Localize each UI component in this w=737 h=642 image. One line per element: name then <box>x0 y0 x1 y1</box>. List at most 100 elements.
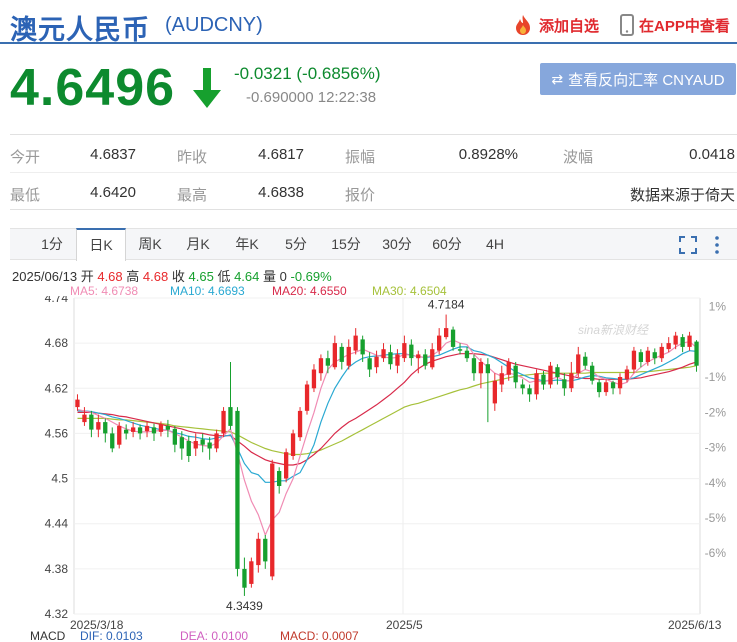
candle-body <box>423 354 428 366</box>
candle-body <box>367 358 372 370</box>
candle-body <box>499 373 504 385</box>
percent-axis: 3%2%1%-1%-2%-3%-4%-5%-6% <box>705 300 727 561</box>
pct-tick-label: 1% <box>709 300 727 314</box>
candle-body <box>603 382 609 393</box>
candle-body <box>388 352 393 365</box>
high-annotation: 4.7184 <box>428 297 465 311</box>
candle-body <box>110 433 115 449</box>
candle-body <box>624 369 630 380</box>
candle-body <box>395 354 400 366</box>
tab-yearly-k[interactable]: 年K <box>222 229 272 260</box>
candle-body <box>506 362 511 375</box>
reverse-rate-label: 查看反向汇率 CNYAUD <box>568 71 725 89</box>
candle-body <box>527 388 532 395</box>
candle-body <box>339 346 344 362</box>
candle-body <box>590 365 595 381</box>
view-in-app-label: 在APP中查看 <box>639 17 730 35</box>
candle-body <box>144 425 150 432</box>
candle-body <box>694 341 699 366</box>
candle-body <box>96 422 101 430</box>
candle-body <box>297 410 303 438</box>
candle-body <box>610 382 616 389</box>
y-tick-label: 4.68 <box>45 336 69 350</box>
phone-icon <box>620 14 634 36</box>
high-value: 4.6838 <box>258 184 304 201</box>
add-favorite-link[interactable]: 添加自选 <box>512 14 599 36</box>
candle-body <box>311 369 317 389</box>
candle-body <box>485 364 490 374</box>
pct-tick-label: -5% <box>705 511 727 525</box>
candle-body <box>666 343 671 350</box>
stats-row: 最低 4.6420 最高 4.6838 报价 数据来源于倚天 <box>10 173 737 211</box>
candle-body <box>659 346 664 359</box>
candle-body <box>82 414 87 423</box>
tab-15min[interactable]: 15分 <box>320 229 372 260</box>
candle-body <box>402 343 407 359</box>
price-change: -0.0321 (-0.6856%) <box>234 64 381 83</box>
candle-body <box>513 365 518 383</box>
candle-body <box>221 410 226 434</box>
candle-body <box>263 538 268 562</box>
candle-body <box>103 422 108 434</box>
candle-body <box>137 427 143 434</box>
candle-body <box>645 350 650 362</box>
candle-info: 2025/06/13 开 4.68 高 4.68 收 4.65 低 4.64 量… <box>12 266 332 285</box>
candle-body <box>249 561 254 584</box>
candle-body <box>450 329 456 347</box>
candle-body <box>478 362 483 374</box>
tab-weekly-k[interactable]: 周K <box>126 229 174 260</box>
candle-body <box>597 382 602 393</box>
candle-body <box>172 428 177 445</box>
low-label: 低 <box>217 269 231 284</box>
fullscreen-icon[interactable] <box>678 235 698 255</box>
macd-dea: DEA: 0.0100 <box>180 629 249 642</box>
stats-table: 今开 4.6837 昨收 4.6817 振幅 0.8928% 波幅 0.0418… <box>10 134 737 210</box>
open-label: 今开 <box>10 149 41 166</box>
y-tick-label: 4.32 <box>45 607 69 621</box>
macd-value: MACD: 0.0007 <box>280 629 359 642</box>
tab-monthly-k[interactable]: 月K <box>174 229 222 260</box>
tab-1min[interactable]: 1分 <box>28 229 76 260</box>
tab-30min[interactable]: 30分 <box>372 229 422 260</box>
macd-title: MACD <box>30 629 66 642</box>
y-tick-label: 4.38 <box>45 562 69 576</box>
y-tick-label: 4.74 <box>45 296 69 305</box>
candle-body <box>235 410 240 569</box>
pct-tick-label: -4% <box>705 476 727 490</box>
annotations: 4.7184 4.3439 <box>226 297 465 613</box>
ma5-line <box>77 339 697 537</box>
tab-4h[interactable]: 4H <box>474 229 516 260</box>
kline-chart[interactable]: 4.744.684.624.564.54.444.384.32 3%2%1%-1… <box>0 296 737 626</box>
candle-body <box>534 373 539 395</box>
open-label: 开 <box>80 269 94 284</box>
candle-body <box>353 335 358 351</box>
tab-5min[interactable]: 5分 <box>274 229 318 260</box>
candle-body <box>318 358 324 374</box>
reverse-rate-button[interactable]: ⇄ 查看反向汇率 CNYAUD <box>540 63 736 95</box>
page-header: 澳元人民币 (AUDCNY) 添加自选 在APP中查看 <box>0 0 737 45</box>
close-label: 收 <box>171 269 185 284</box>
candle-body <box>457 349 463 351</box>
candle-body <box>165 425 170 430</box>
candle-body <box>576 354 581 374</box>
page-title: 澳元人民币 <box>10 15 150 45</box>
y-tick-label: 4.5 <box>51 472 68 486</box>
candle-body <box>228 407 233 426</box>
candle-body <box>437 335 442 351</box>
data-source: 数据来源于倚天 <box>629 187 735 204</box>
candle-pct: -0.69% <box>290 269 332 284</box>
candle-date: 2025/06/13 <box>12 269 78 284</box>
quote-timestamp: -0.690000 12:22:38 <box>246 89 377 106</box>
more-options-icon[interactable] <box>712 235 722 255</box>
tab-60min[interactable]: 60分 <box>422 229 472 260</box>
candle-body <box>583 356 588 366</box>
candle-body <box>430 349 435 368</box>
view-in-app-link[interactable]: 在APP中查看 <box>620 14 730 36</box>
candle-body <box>186 441 191 456</box>
candles <box>75 314 699 596</box>
tab-daily-k[interactable]: 日K <box>76 228 126 261</box>
candle-body <box>346 346 351 366</box>
prev-close-value: 4.6817 <box>258 146 304 163</box>
candle-body <box>304 384 310 411</box>
down-arrow-icon <box>193 68 221 108</box>
